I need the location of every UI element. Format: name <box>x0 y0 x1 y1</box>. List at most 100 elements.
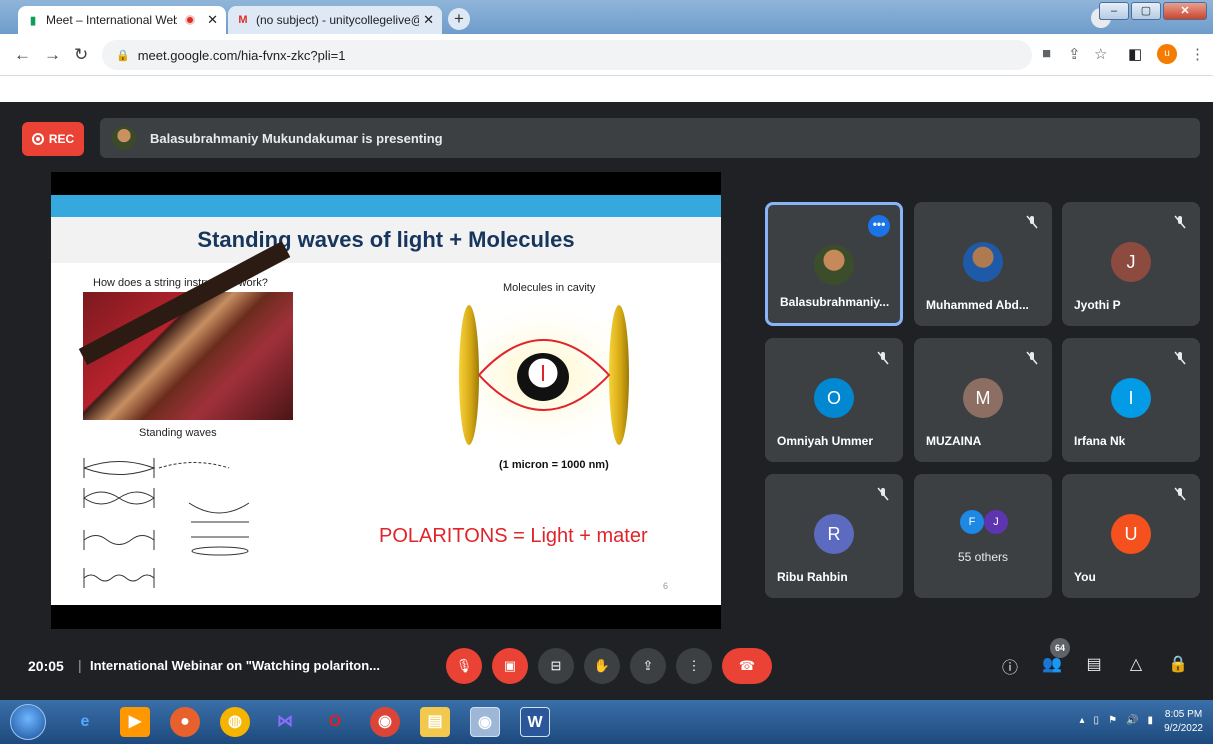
more-options-button[interactable]: ⋮ <box>676 648 712 684</box>
record-icon <box>31 133 44 145</box>
more-vert-icon: ⋮ <box>687 658 701 673</box>
activities-icon[interactable]: △ <box>1124 654 1148 678</box>
back-arrow-icon[interactable]: ← <box>14 45 31 65</box>
file-explorer-icon[interactable]: ▤ <box>420 707 450 737</box>
standing-waves-diagram <box>83 458 250 588</box>
mic-off-button[interactable]: 🎙 <box>446 648 482 684</box>
slide-title: Standing waves of light + Molecules <box>197 227 575 252</box>
start-button[interactable] <box>10 704 46 740</box>
captions-icon: ⊟ <box>550 658 562 673</box>
close-window-button[interactable]: ✕ <box>1163 2 1207 20</box>
avatar <box>963 242 1003 282</box>
meeting-time: 20:05 <box>28 658 64 674</box>
recording-indicator-icon <box>185 15 196 25</box>
expand-tray-icon[interactable]: ▴ <box>1080 715 1085 726</box>
others-avatars: F J <box>960 510 1008 534</box>
participant-tile[interactable]: I Irfana Nk <box>1062 338 1200 462</box>
opera-icon[interactable]: O <box>320 707 350 737</box>
vs-code-icon[interactable]: ⋈ <box>270 707 300 737</box>
mic-off-icon <box>1174 351 1186 365</box>
micron-label: (1 micron = 1000 nm) <box>499 459 609 471</box>
participant-tile[interactable]: ••• Balasubrahmaniy... <box>765 202 903 326</box>
profile-avatar[interactable]: u <box>1157 44 1177 64</box>
mic-off-icon <box>1026 215 1038 229</box>
device-icon[interactable]: ▯ <box>1094 715 1100 726</box>
chat-icon[interactable]: ▤ <box>1082 654 1106 678</box>
participant-tile-self[interactable]: U You <box>1062 474 1200 598</box>
lock-icon: 🔒 <box>116 49 130 62</box>
leave-call-button[interactable]: ☎ <box>722 648 772 684</box>
minimize-button[interactable]: – <box>1099 2 1129 20</box>
camera-off-button[interactable]: ▣ <box>492 648 528 684</box>
tab-gmail[interactable]: M (no subject) - unitycollegelive@u ✕ <box>228 6 442 34</box>
participant-tile[interactable]: J Jyothi P <box>1062 202 1200 326</box>
word-icon[interactable]: W <box>520 707 550 737</box>
chrome-running-icon[interactable]: ◉ <box>470 707 500 737</box>
rec-label: REC <box>48 132 75 146</box>
people-icon[interactable]: 👥 <box>1040 654 1064 678</box>
url-text: meet.google.com/hia-fvnx-zkc?pli=1 <box>137 47 346 63</box>
close-icon[interactable]: ✕ <box>207 12 218 28</box>
media-player-icon[interactable]: ▶ <box>120 707 150 737</box>
forward-arrow-icon[interactable]: → <box>44 45 61 65</box>
chrome-icon[interactable]: ◉ <box>370 707 400 737</box>
page-top-strip <box>0 76 1213 102</box>
avatar: U <box>1111 514 1151 554</box>
signal-icon[interactable]: ▮ <box>1147 715 1153 726</box>
mic-off-icon <box>1174 215 1186 229</box>
participant-tile[interactable]: R Ribu Rahbin <box>765 474 903 598</box>
taskbar-clock[interactable]: 8:05 PM 9/2/2022 <box>1164 708 1203 736</box>
participant-name: Omniyah Ummer <box>777 434 874 448</box>
bookmark-star-icon[interactable]: ☆ <box>1094 45 1107 63</box>
others-count-label: 55 others <box>957 550 1009 564</box>
ie-icon[interactable]: e <box>70 707 100 737</box>
avatar: J <box>1111 242 1151 282</box>
info-icon[interactable]: ⓘ <box>998 654 1022 678</box>
tab-meet[interactable]: ▮ Meet – International Webina ✕ <box>18 6 226 34</box>
windows-taskbar: e ▶ ● ◍ ⋈ O ◉ ▤ ◉ W ▴ ▯ ⚑ 🔊 ▮ 8:05 PM 9/… <box>0 700 1213 744</box>
present-icon: ⇪ <box>642 658 654 673</box>
presenter-avatar <box>112 126 136 150</box>
avatar: J <box>984 510 1008 534</box>
captions-button[interactable]: ⊟ <box>538 648 574 684</box>
clock-time: 8:05 PM <box>1164 709 1203 720</box>
address-bar[interactable]: 🔒 meet.google.com/hia-fvnx-zkc?pli=1 <box>102 40 1032 70</box>
others-tile[interactable]: F J 55 others <box>914 474 1052 598</box>
mic-off-icon: 🎙 <box>455 658 473 673</box>
standing-waves-label: Standing waves <box>139 427 217 439</box>
host-controls-icon[interactable]: 🔒 <box>1166 654 1190 678</box>
mic-off-icon <box>1026 351 1038 365</box>
close-icon[interactable]: ✕ <box>423 12 434 28</box>
avatar: R <box>814 514 854 554</box>
presentation-slide: Standing waves of light + Molecules How … <box>51 195 721 605</box>
mic-off-icon <box>877 351 889 365</box>
meet-stage: REC Balasubrahmaniy Mukundakumar is pres… <box>0 102 1213 700</box>
divider: | <box>78 657 82 673</box>
raise-hand-button[interactable]: ✋ <box>584 648 620 684</box>
present-button[interactable]: ⇪ <box>630 648 666 684</box>
system-tray: ▴ ▯ ⚑ 🔊 ▮ <box>1080 715 1153 726</box>
cavity-diagram <box>441 295 646 455</box>
flag-icon[interactable]: ⚑ <box>1108 715 1117 726</box>
menu-icon[interactable]: ⋮ <box>1190 45 1205 63</box>
new-tab-button[interactable]: + <box>448 8 470 30</box>
paint-icon[interactable]: ◍ <box>220 707 250 737</box>
recording-button[interactable]: REC <box>22 122 84 156</box>
side-panel-icon[interactable]: ◧ <box>1128 45 1142 63</box>
browser-tab-strip: ▮ Meet – International Webina ✕ M (no su… <box>0 0 1213 34</box>
participant-tile[interactable]: O Omniyah Ummer <box>765 338 903 462</box>
firefox-icon[interactable]: ● <box>170 707 200 737</box>
participant-tile[interactable]: M MUZAINA <box>914 338 1052 462</box>
reload-icon[interactable]: ↻ <box>74 45 88 65</box>
camera-icon[interactable]: ■ <box>1042 45 1051 62</box>
participant-name: Ribu Rahbin <box>777 570 848 584</box>
participant-tile[interactable]: Muhammed Abd... <box>914 202 1052 326</box>
meet-icon: ▮ <box>29 14 37 27</box>
participant-name: Muhammed Abd... <box>926 298 1029 312</box>
volume-icon[interactable]: 🔊 <box>1126 715 1138 726</box>
avatar <box>814 245 854 285</box>
avatar: O <box>814 378 854 418</box>
more-options-icon[interactable]: ••• <box>868 215 890 237</box>
share-icon[interactable]: ⇪ <box>1068 45 1081 63</box>
maximize-button[interactable]: ▢ <box>1131 2 1161 20</box>
